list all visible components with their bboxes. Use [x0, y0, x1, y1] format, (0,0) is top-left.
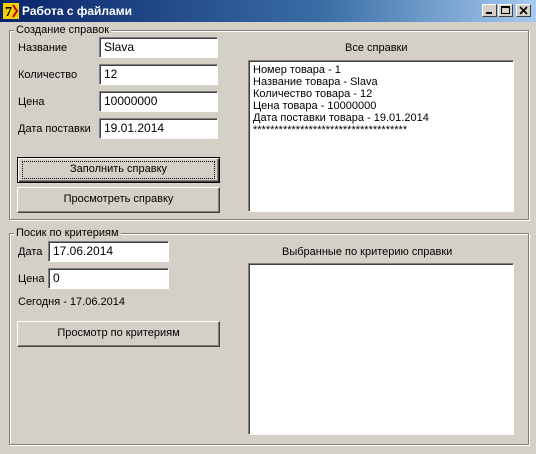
all-reports-memo[interactable]: Номер товара - 1 Название товара - Slava…	[248, 60, 514, 212]
today-label: Сегодня - 17.06.2014	[18, 296, 125, 308]
maximize-icon	[501, 6, 510, 14]
selected-reports-memo[interactable]	[248, 263, 514, 435]
delivery-date-label: Дата поставки	[18, 123, 91, 135]
window-title: Работа с файлами	[22, 4, 132, 18]
memo-line: Количество товара - 12	[253, 88, 373, 100]
date-input[interactable]: 17.06.2014	[48, 241, 169, 262]
name-label: Название	[18, 42, 68, 54]
search-criteria-label: Просмотр по критериям	[57, 327, 180, 339]
price-label: Цена	[18, 96, 45, 108]
maximize-button[interactable]	[498, 4, 513, 17]
selected-reports-title: Выбранные по критерию справки	[282, 246, 453, 258]
memo-line: Номер товара - 1	[253, 64, 341, 76]
title-bar[interactable]: 7 Работа с файлами	[0, 0, 536, 22]
svg-text:7: 7	[5, 5, 12, 19]
memo-line: Цена товара - 10000000	[253, 100, 377, 112]
search-group-title: Посик по критериям	[14, 227, 121, 239]
minimize-icon	[486, 12, 492, 14]
fill-report-button[interactable]: Заполнить справку	[17, 157, 220, 183]
focus-rectangle	[22, 161, 215, 179]
view-report-button[interactable]: Просмотреть справку	[17, 187, 220, 213]
name-input[interactable]: Slava	[99, 37, 218, 58]
app-icon: 7	[3, 3, 19, 19]
minimize-button[interactable]	[482, 4, 497, 17]
view-report-label: Просмотреть справку	[63, 193, 174, 205]
date-label: Дата	[18, 246, 43, 258]
memo-line: ************************************	[253, 124, 408, 136]
close-icon	[519, 6, 528, 15]
criteria-price-input[interactable]: 0	[48, 268, 169, 289]
criteria-price-label: Цена	[18, 273, 45, 285]
price-input[interactable]: 10000000	[99, 91, 218, 112]
delivery-date-input[interactable]: 19.01.2014	[99, 118, 218, 139]
all-reports-title: Все справки	[345, 42, 408, 54]
close-button[interactable]	[516, 4, 531, 17]
search-criteria-button[interactable]: Просмотр по критериям	[17, 321, 220, 347]
memo-line: Дата поставки товара - 19.01.2014	[253, 112, 429, 124]
create-group-title: Создание справок	[14, 24, 112, 36]
memo-line: Название товара - Slava	[253, 76, 378, 88]
quantity-label: Количество	[18, 69, 78, 81]
quantity-input[interactable]: 12	[99, 64, 218, 85]
